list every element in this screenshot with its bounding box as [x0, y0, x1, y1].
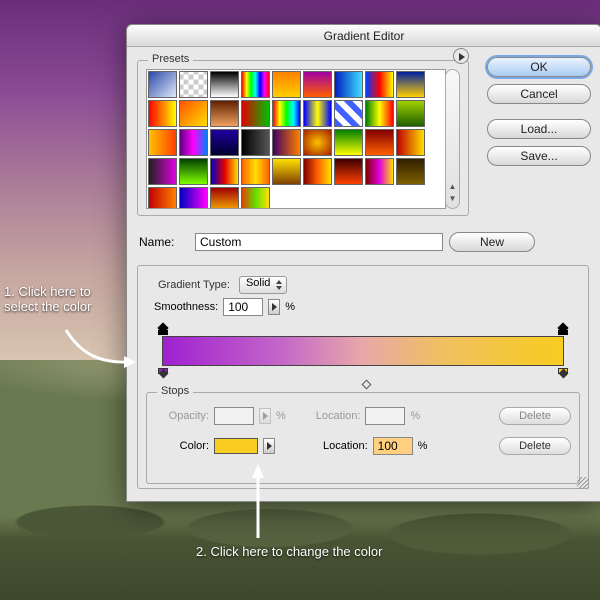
opacity-label: Opacity:	[155, 410, 209, 422]
color-label: Color:	[155, 440, 209, 452]
new-button[interactable]: New	[449, 232, 535, 252]
color-stop-left[interactable]	[158, 368, 168, 380]
preset-swatch[interactable]	[396, 71, 425, 98]
opacity-percent: %	[276, 410, 286, 422]
preset-swatch[interactable]	[210, 187, 239, 209]
preset-swatch[interactable]	[334, 71, 363, 98]
preset-swatch[interactable]	[148, 71, 177, 98]
resize-grip-icon[interactable]	[577, 477, 589, 489]
preset-swatch[interactable]	[179, 100, 208, 127]
preset-swatch[interactable]	[365, 129, 394, 156]
smoothness-label: Smoothness:	[154, 301, 218, 313]
preset-swatch[interactable]	[272, 158, 301, 185]
opacity-stop-right[interactable]	[558, 324, 568, 336]
preset-swatch[interactable]	[241, 100, 270, 127]
load-button[interactable]: Load...	[487, 119, 591, 139]
scroll-down-icon[interactable]: ▼	[446, 194, 459, 206]
play-icon	[459, 53, 465, 61]
opacity-location-percent: %	[410, 410, 420, 422]
percent-label: %	[285, 301, 295, 313]
presets-group: Presets ▲ ▼	[137, 60, 469, 216]
scroll-up-icon[interactable]: ▲	[446, 182, 459, 194]
arrow-icon	[246, 462, 270, 542]
preset-swatch[interactable]	[396, 158, 425, 185]
preset-swatch[interactable]	[148, 158, 177, 185]
preset-swatch[interactable]	[272, 71, 301, 98]
preset-swatch[interactable]	[148, 100, 177, 127]
preset-swatch[interactable]	[396, 100, 425, 127]
preset-swatch[interactable]	[334, 100, 363, 127]
gradient-bar-area	[156, 326, 570, 380]
cancel-button[interactable]: Cancel	[487, 84, 591, 104]
smoothness-stepper[interactable]	[268, 299, 280, 315]
preset-swatch[interactable]	[241, 71, 270, 98]
preset-swatch[interactable]	[179, 158, 208, 185]
preset-swatch[interactable]	[179, 71, 208, 98]
gradient-type-label: Gradient Type:	[154, 279, 234, 291]
gradient-preview-bar[interactable]	[162, 336, 564, 366]
color-delete-button[interactable]: Delete	[499, 437, 571, 455]
opacity-stop-left[interactable]	[158, 324, 168, 336]
preset-swatch[interactable]	[303, 71, 332, 98]
arrow-icon	[62, 326, 136, 372]
midpoint-marker[interactable]	[362, 380, 372, 390]
name-input[interactable]	[195, 233, 443, 251]
color-location-input[interactable]	[373, 437, 413, 455]
gradient-editor-dialog: Gradient Editor Presets ▲ ▼ OK Cancel Lo…	[126, 24, 600, 502]
presets-scrollbar[interactable]: ▲ ▼	[445, 69, 460, 209]
preset-swatch[interactable]	[241, 129, 270, 156]
preset-swatch[interactable]	[365, 71, 394, 98]
preset-swatch[interactable]	[241, 187, 270, 209]
preset-swatch-list[interactable]	[146, 69, 446, 209]
color-stop-right[interactable]	[558, 368, 568, 380]
preset-swatch[interactable]	[303, 129, 332, 156]
window-title: Gradient Editor	[127, 25, 600, 47]
gradient-type-value: Solid	[246, 277, 270, 289]
preset-swatch[interactable]	[179, 187, 208, 209]
preset-swatch[interactable]	[148, 129, 177, 156]
gradient-type-select[interactable]: Solid	[239, 276, 287, 294]
annotation-step2: 2. Click here to change the color	[196, 544, 382, 559]
gradient-settings-group: Gradient Type: Solid Smoothness: %	[137, 265, 589, 489]
preset-swatch[interactable]	[334, 158, 363, 185]
preset-swatch[interactable]	[272, 129, 301, 156]
ok-button[interactable]: OK	[487, 57, 591, 77]
name-label: Name:	[139, 235, 189, 249]
preset-swatch[interactable]	[334, 129, 363, 156]
opacity-delete-button: Delete	[499, 407, 571, 425]
dialog-buttons: OK Cancel Load... Save...	[487, 57, 591, 173]
opacity-input	[214, 407, 254, 425]
opacity-stepper	[259, 408, 271, 424]
preset-swatch[interactable]	[210, 158, 239, 185]
preset-swatch[interactable]	[396, 129, 425, 156]
name-row: Name: New	[139, 231, 591, 253]
opacity-location-label: Location:	[316, 410, 361, 422]
color-well[interactable]	[214, 438, 258, 454]
smoothness-input[interactable]	[223, 298, 263, 316]
stops-group: Stops Opacity: % Location: % Delete Colo…	[146, 392, 580, 484]
stops-label: Stops	[157, 385, 193, 397]
preset-swatch[interactable]	[272, 100, 301, 127]
preset-swatch[interactable]	[365, 158, 394, 185]
color-stepper[interactable]	[263, 438, 275, 454]
save-button[interactable]: Save...	[487, 146, 591, 166]
preset-swatch[interactable]	[148, 187, 177, 209]
opacity-location-input	[365, 407, 405, 425]
preset-swatch[interactable]	[179, 129, 208, 156]
presets-label: Presets	[148, 53, 193, 65]
preset-swatch[interactable]	[303, 100, 332, 127]
preset-swatch[interactable]	[241, 158, 270, 185]
color-location-label: Location:	[323, 440, 368, 452]
preset-swatch[interactable]	[210, 71, 239, 98]
preset-swatch[interactable]	[303, 158, 332, 185]
annotation-step1: 1. Click here to select the color	[4, 284, 116, 314]
preset-swatch[interactable]	[365, 100, 394, 127]
presets-menu-button[interactable]	[453, 48, 469, 64]
preset-swatch[interactable]	[210, 129, 239, 156]
preset-swatch[interactable]	[210, 100, 239, 127]
color-location-percent: %	[418, 440, 428, 452]
